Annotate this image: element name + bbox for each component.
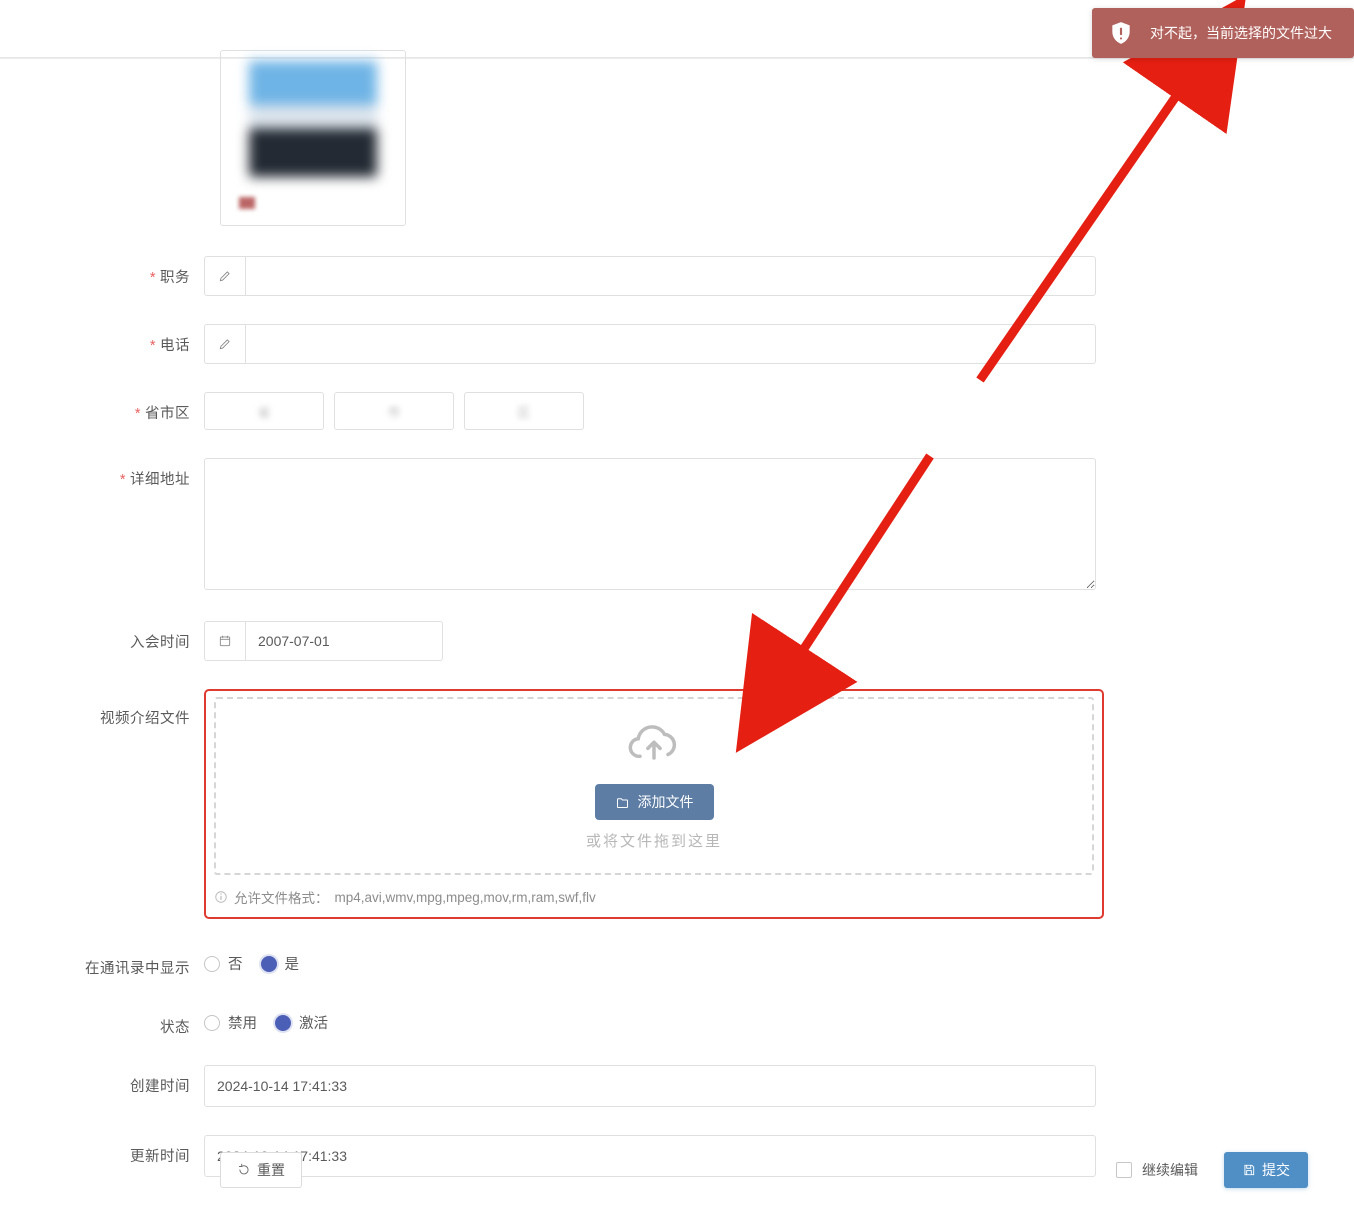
- error-toast: 对不起，当前选择的文件过大: [1092, 8, 1354, 58]
- allowed-formats: 允许文件格式： mp4,avi,wmv,mpg,mpeg,mov,rm,ram,…: [214, 887, 1094, 907]
- reset-button-label: 重置: [257, 1160, 285, 1180]
- allowed-prefix: 允许文件格式：: [234, 887, 329, 907]
- submit-button-label: 提交: [1262, 1160, 1290, 1180]
- created-at-input[interactable]: [204, 1065, 1096, 1107]
- edit-icon: [204, 324, 245, 364]
- checkbox-icon: [1116, 1162, 1132, 1178]
- district-select[interactable]: 区: [464, 392, 584, 430]
- info-icon: [214, 890, 228, 904]
- radio-status-active[interactable]: 激活: [275, 1012, 328, 1033]
- phone-input[interactable]: [245, 324, 1096, 364]
- toast-message: 对不起，当前选择的文件过大: [1150, 23, 1332, 43]
- label-created-at: 创建时间: [0, 1065, 204, 1096]
- label-duty: 职务: [0, 256, 204, 287]
- form-footer: 重置 继续编辑 提交: [0, 1143, 1354, 1197]
- warning-shield-icon: [1108, 20, 1134, 46]
- radio-show-yes-label: 是: [285, 953, 300, 974]
- join-date-input[interactable]: [245, 621, 443, 661]
- radio-dot-icon: [261, 956, 277, 972]
- avatar-image: [249, 61, 377, 177]
- upload-section-highlight: 添加文件 或将文件拖到这里 允许文件格式： mp4,avi,wmv,mpg,mp…: [204, 689, 1104, 919]
- avatar-caption: [311, 191, 314, 205]
- save-icon: [1242, 1163, 1256, 1177]
- add-file-button[interactable]: 添加文件: [595, 784, 714, 820]
- radio-show-no-label: 否: [228, 953, 243, 974]
- label-address: 详细地址: [0, 458, 204, 489]
- add-file-button-label: 添加文件: [638, 792, 694, 812]
- calendar-icon: [204, 621, 245, 661]
- radio-status-disabled[interactable]: 禁用: [204, 1012, 257, 1033]
- submit-button[interactable]: 提交: [1224, 1152, 1308, 1188]
- radio-show-yes[interactable]: 是: [261, 953, 300, 974]
- radio-show-no[interactable]: 否: [204, 953, 243, 974]
- edit-form: 职务 电话 省市区 省 市 区: [0, 38, 1354, 1211]
- duty-input[interactable]: [245, 256, 1096, 296]
- edit-icon: [204, 256, 245, 296]
- radio-dot-icon: [275, 1015, 291, 1031]
- label-status: 状态: [0, 1006, 204, 1037]
- label-region: 省市区: [0, 392, 204, 423]
- radio-status-disabled-label: 禁用: [228, 1012, 257, 1033]
- label-video-file: 视频介绍文件: [0, 689, 204, 728]
- radio-dot-icon: [204, 1015, 220, 1031]
- avatar-flag-icon: [239, 197, 255, 209]
- city-select[interactable]: 市: [334, 392, 454, 430]
- label-phone: 电话: [0, 324, 204, 355]
- upload-dropzone[interactable]: 添加文件 或将文件拖到这里: [214, 697, 1094, 875]
- cloud-upload-icon: [216, 721, 1092, 770]
- allowed-list: mp4,avi,wmv,mpg,mpeg,mov,rm,ram,swf,flv: [335, 890, 596, 905]
- upload-drop-hint: 或将文件拖到这里: [216, 830, 1092, 851]
- reset-button[interactable]: 重置: [220, 1152, 302, 1188]
- radio-status-active-label: 激活: [299, 1012, 328, 1033]
- avatar-card[interactable]: [220, 50, 406, 226]
- province-select[interactable]: 省: [204, 392, 324, 430]
- continue-edit-checkbox[interactable]: 继续编辑: [1116, 1160, 1198, 1180]
- label-show-in-contacts: 在通讯录中显示: [0, 947, 204, 978]
- address-textarea[interactable]: [204, 458, 1096, 590]
- continue-edit-label: 继续编辑: [1142, 1160, 1198, 1180]
- label-join-date: 入会时间: [0, 621, 204, 652]
- undo-icon: [237, 1163, 251, 1177]
- radio-dot-icon: [204, 956, 220, 972]
